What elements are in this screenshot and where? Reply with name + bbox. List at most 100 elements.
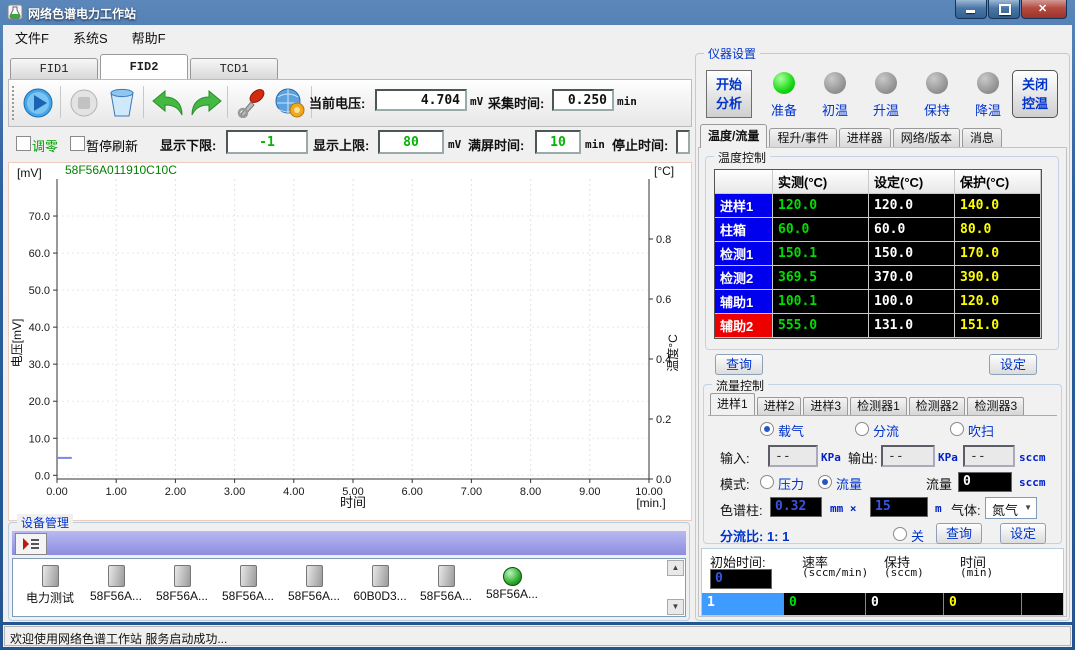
window-title: 网络色谱电力工作站 [28,5,136,22]
initial-time-input[interactable]: 0 [710,569,772,589]
column-length-unit: m [935,502,942,515]
temp-set-value[interactable]: 150.0 [869,242,955,266]
output-pressure-field[interactable]: -- [881,445,935,467]
gas-type-radio-2[interactable] [855,422,869,436]
close-temp-control-button[interactable]: 关闭 控温 [1012,70,1058,118]
flow-tab-5[interactable]: 检测器2 [909,397,966,415]
instrument-tab-4[interactable]: 网络/版本 [893,128,960,148]
input-pressure-field[interactable]: -- [768,445,818,467]
undo-arrow-icon[interactable] [149,84,186,121]
chromatogram-chart: 0.001.002.003.004.005.006.007.008.009.00… [9,163,687,516]
flow-setpoint-input[interactable]: 0 [958,472,1012,492]
flow-query-button[interactable]: 查询 [936,523,982,544]
tab-FID1[interactable]: FID1 [10,58,98,79]
temp-set-value[interactable]: 131.0 [869,314,955,338]
start-analysis-button[interactable]: 开始 分析 [706,70,752,118]
split-off-radio[interactable] [893,527,907,541]
instrument-settings-group: 仪器设置 开始 分析 准备初温升温保持降温 关闭 控温 温度/流量程升/事件进样… [695,53,1070,621]
flow-tab-3[interactable]: 进样3 [803,397,848,415]
temp-prot-value[interactable]: 170.0 [955,242,1041,266]
led-label: 初温 [809,100,861,119]
temp-prot-value[interactable]: 120.0 [955,290,1041,314]
lower-limit-input[interactable]: -1 [226,130,308,154]
tab-TCD1[interactable]: TCD1 [190,58,278,79]
toolbar-grip[interactable] [12,86,18,120]
status-bar: 欢迎使用网络色谱工作站 服务启动成功... [3,625,1072,647]
column-length-input[interactable]: 15 [870,497,928,517]
device-item[interactable]: 58F56A... [149,563,215,614]
menu-help[interactable]: 帮助F [120,25,178,50]
temp-set-value[interactable]: 100.0 [869,290,955,314]
aux-flow-field[interactable]: -- [963,445,1015,467]
flow-set-button[interactable]: 设定 [1000,523,1046,544]
device-item[interactable]: 58F56A... [281,563,347,614]
network-settings-icon[interactable] [271,84,308,121]
zero-checkbox[interactable] [16,136,31,151]
device-item[interactable]: 电力测试 [17,563,83,614]
instrument-tab-3[interactable]: 进样器 [839,128,891,148]
device-item[interactable]: 58F56A... [479,563,545,614]
device-label: 58F56A... [281,589,347,603]
fullscreen-time-input[interactable]: 10 [535,130,581,154]
flow-tab-1[interactable]: 进样1 [710,393,755,415]
gas-select[interactable]: 氮气 [985,497,1037,519]
mode-label: 模式: [720,474,750,493]
tab-FID2[interactable]: FID2 [100,54,188,79]
device-label: 58F56A... [413,589,479,603]
instrument-tab-1[interactable]: 温度/流量 [700,124,767,148]
temp-prot-value[interactable]: 390.0 [955,266,1041,290]
gas-type-radio-1[interactable] [760,422,774,436]
flow-tab-2[interactable]: 进样2 [757,397,802,415]
temp-prot-value[interactable]: 140.0 [955,194,1041,218]
pause-refresh-checkbox[interactable] [70,136,85,151]
upper-limit-input[interactable]: 80 [378,130,444,154]
temp-prot-value[interactable]: 151.0 [955,314,1041,338]
column-diameter-input[interactable]: 0.32 [770,497,822,517]
flow-tab-6[interactable]: 检测器3 [967,397,1024,415]
flow-control-title: 流量控制 [712,377,768,394]
close-button[interactable] [1021,0,1067,19]
scroll-up-icon[interactable]: ▲ [667,560,684,576]
temp-col-header: 实测(°C) [773,170,869,194]
instrument-tab-2[interactable]: 程升/事件 [769,128,836,148]
temp-actual-value: 150.1 [773,242,869,266]
temperature-row: 进样1120.0120.0140.0 [715,194,1041,218]
device-list-icon[interactable] [15,533,47,555]
redo-arrow-icon[interactable] [187,84,224,121]
temp-set-value[interactable]: 370.0 [869,266,955,290]
temp-set-value[interactable]: 120.0 [869,194,955,218]
stop-icon[interactable] [65,84,102,121]
instrument-tab-5[interactable]: 消息 [962,128,1002,148]
menu-system[interactable]: 系统S [61,25,120,50]
device-item[interactable]: 60B0D3... [347,563,413,614]
clear-bucket-icon[interactable] [103,84,140,121]
temp-set-value[interactable]: 60.0 [869,218,955,242]
gas-type-radio-3[interactable] [950,422,964,436]
mode-radio-2[interactable] [818,475,832,489]
scroll-down-icon[interactable]: ▼ [667,599,684,615]
play-icon[interactable] [19,84,56,121]
stop-time-input[interactable] [676,130,690,154]
minimize-button[interactable] [955,0,987,19]
device-item[interactable]: 58F56A... [215,563,281,614]
menu-file[interactable]: 文件F [3,25,61,50]
ramp-index-cell[interactable]: 1 [702,593,784,615]
maximize-button[interactable] [988,0,1020,19]
flow-tab-4[interactable]: 检测器1 [850,397,907,415]
tool-wrench-icon[interactable] [233,84,270,121]
temp-prot-value[interactable]: 80.0 [955,218,1041,242]
svg-text:10.0: 10.0 [29,433,50,445]
temp-query-button[interactable]: 查询 [715,354,763,375]
temp-row-label: 辅助1 [715,290,773,314]
mode-radio-1[interactable] [760,475,774,489]
device-item[interactable]: 58F56A... [83,563,149,614]
ramp-hold-cell[interactable]: 0 [866,593,944,615]
device-item[interactable]: 58F56A... [413,563,479,614]
ramp-rate-cell[interactable]: 0 [784,593,866,615]
temp-set-button[interactable]: 设定 [989,354,1037,375]
device-manager-title: 设备管理 [17,514,73,531]
temp-col-header: 设定(°C) [869,170,955,194]
hold-col-unit: (sccm) [884,566,924,579]
mode-radio-label: 流量 [836,474,862,493]
ramp-time-cell[interactable]: 0 [944,593,1022,615]
